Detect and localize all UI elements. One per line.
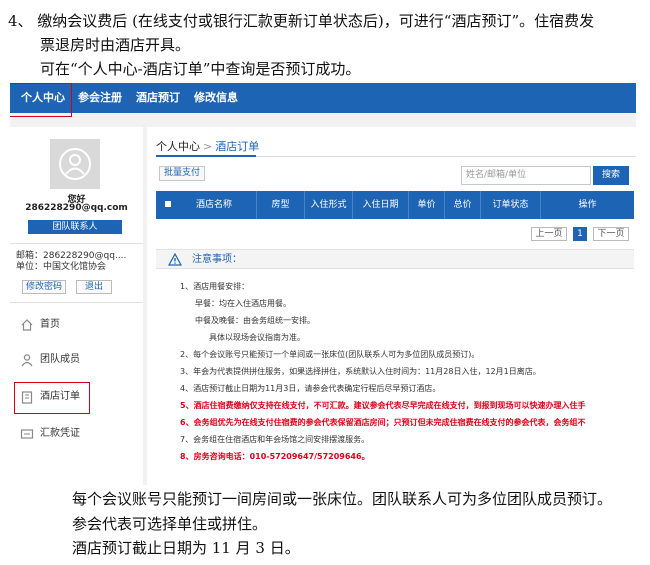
col-unit-price: 单价 [408,191,444,219]
user-icon [59,148,91,180]
menu-remittance[interactable]: 汇款凭证 [10,417,143,451]
menu-home[interactable]: 首页 [10,308,143,342]
user-email: 286228290@qq.com [25,203,128,213]
note-7: 7、会务组在住宿酒店和年会场馆之间安排摆渡服务。 [180,435,370,444]
col-hotel-name: 酒店名称 [195,200,232,210]
page-1-button[interactable]: 1 [573,227,587,241]
nav-edit-info[interactable]: 修改信息 [194,83,238,113]
sidebar: 您好 286228290@qq.com 团队联系人 邮箱：286228290@q… [10,127,143,485]
breadcrumb-current: 酒店订单 [215,140,260,153]
divider [10,243,143,244]
batch-pay-button[interactable]: 批量支付 [159,166,205,181]
home-icon [21,319,33,331]
breadcrumb-separator: > [203,140,213,153]
note-1: 1、酒店用餐安排： [180,282,250,291]
note-5: 5、酒店住宿费缴纳仅支持在线支付，不可汇款。建议参会代表尽早完成在线支付，到报到… [180,401,586,410]
note-3: 3、年会为代表提供拼住服务，如果选择拼住，系统默认入住时间为：11月28日入住，… [180,367,541,376]
search-input[interactable]: 姓名/邮箱/单位 [461,166,591,185]
outro-line-2: 参会代表可选择单住或拼住。 [72,515,268,533]
col-actions: 操作 [540,191,634,219]
logout-button[interactable]: 退出 [76,280,112,294]
col-stay-type: 入住形式 [304,191,352,219]
note-8: 8、房务咨询电话：010-57209647/57209646。 [180,452,370,461]
website-screenshot: 个人中心 参会注册 酒店预订 修改信息 您好 286228290@qq.com … [10,83,636,485]
col-checkin-date: 入住日期 [352,191,408,219]
team-contact-button[interactable]: 团队联系人 [28,220,122,234]
note-2: 2、每个会议账号只能预订一个单间或一张床位(团队联系人可为多位团队成员预订)。 [180,350,480,359]
menu-highlight-box [14,382,90,414]
notice-header: 注意事项： [156,249,634,269]
note-breakfast: 早餐：均在入住酒店用餐。 [195,299,291,308]
search-button[interactable]: 搜索 [593,166,629,185]
table-header: 酒店名称 房型 入住形式 入住日期 单价 总价 订单状态 操作 [156,191,634,219]
menu-label: 汇款凭证 [40,428,80,439]
next-page-button[interactable]: 下一页 [593,227,629,241]
select-all-checkbox[interactable] [165,201,171,207]
active-underline [156,155,256,157]
intro-line-2: 票退房时由酒店开具。 [40,36,191,54]
menu-label: 首页 [40,319,60,330]
divider [10,302,143,303]
warning-icon [168,253,182,266]
person-icon [21,354,33,367]
nav-highlight-box [10,83,72,117]
avatar [50,139,100,189]
note-guide: 具体以现场会议指南为准。 [209,333,305,342]
main-panel: 个人中心 > 酒店订单 批量支付 姓名/邮箱/单位 搜索 酒店名称 房型 入住形式 … [147,127,636,485]
col-order-status: 订单状态 [480,191,540,219]
col-total-price: 总价 [444,191,480,219]
menu-team-members[interactable]: 团队成员 [10,343,143,377]
intro-line-3: 可在“个人中心-酒店订单”中查询是否预订成功。 [40,60,361,78]
unit-info: 单位：中国文化馆协会 [16,262,107,272]
outro-line-3: 酒店预订截止日期为 11 月 3 日。 [72,539,300,557]
col-room-type: 房型 [256,191,304,219]
notice-title: 注意事项： [192,254,242,265]
note-meals: 中餐及晚餐：由会务组统一安排。 [195,316,315,325]
prev-page-button[interactable]: 上一页 [531,227,567,241]
receipt-icon [20,429,34,439]
intro-line-1: 4、 缴纳会议费后 (在线支付或银行汇款更新订单状态后)，可进行“酒店预订”。住… [8,12,595,30]
outro-line-1: 每个会议账号只能预订一间房间或一张床位。团队联系人可为多位团队成员预订。 [72,490,613,508]
menu-label: 团队成员 [40,354,80,365]
breadcrumb-root[interactable]: 个人中心 [156,140,200,153]
note-4: 4、酒店预订截止日期为11月3日，请参会代表确定行程后尽早预订酒店。 [180,384,441,393]
breadcrumb: 个人中心 > 酒店订单 [156,138,259,154]
change-password-button[interactable]: 修改密码 [22,280,66,294]
nav-registration[interactable]: 参会注册 [78,83,122,113]
nav-hotel-booking[interactable]: 酒店预订 [136,83,180,113]
top-nav: 个人中心 参会注册 酒店预订 修改信息 [10,83,636,113]
note-6: 6、会务组优先为在线支付住宿费的参会代表保留酒店房间；只预订但未完成住宿费在线支… [180,418,586,427]
